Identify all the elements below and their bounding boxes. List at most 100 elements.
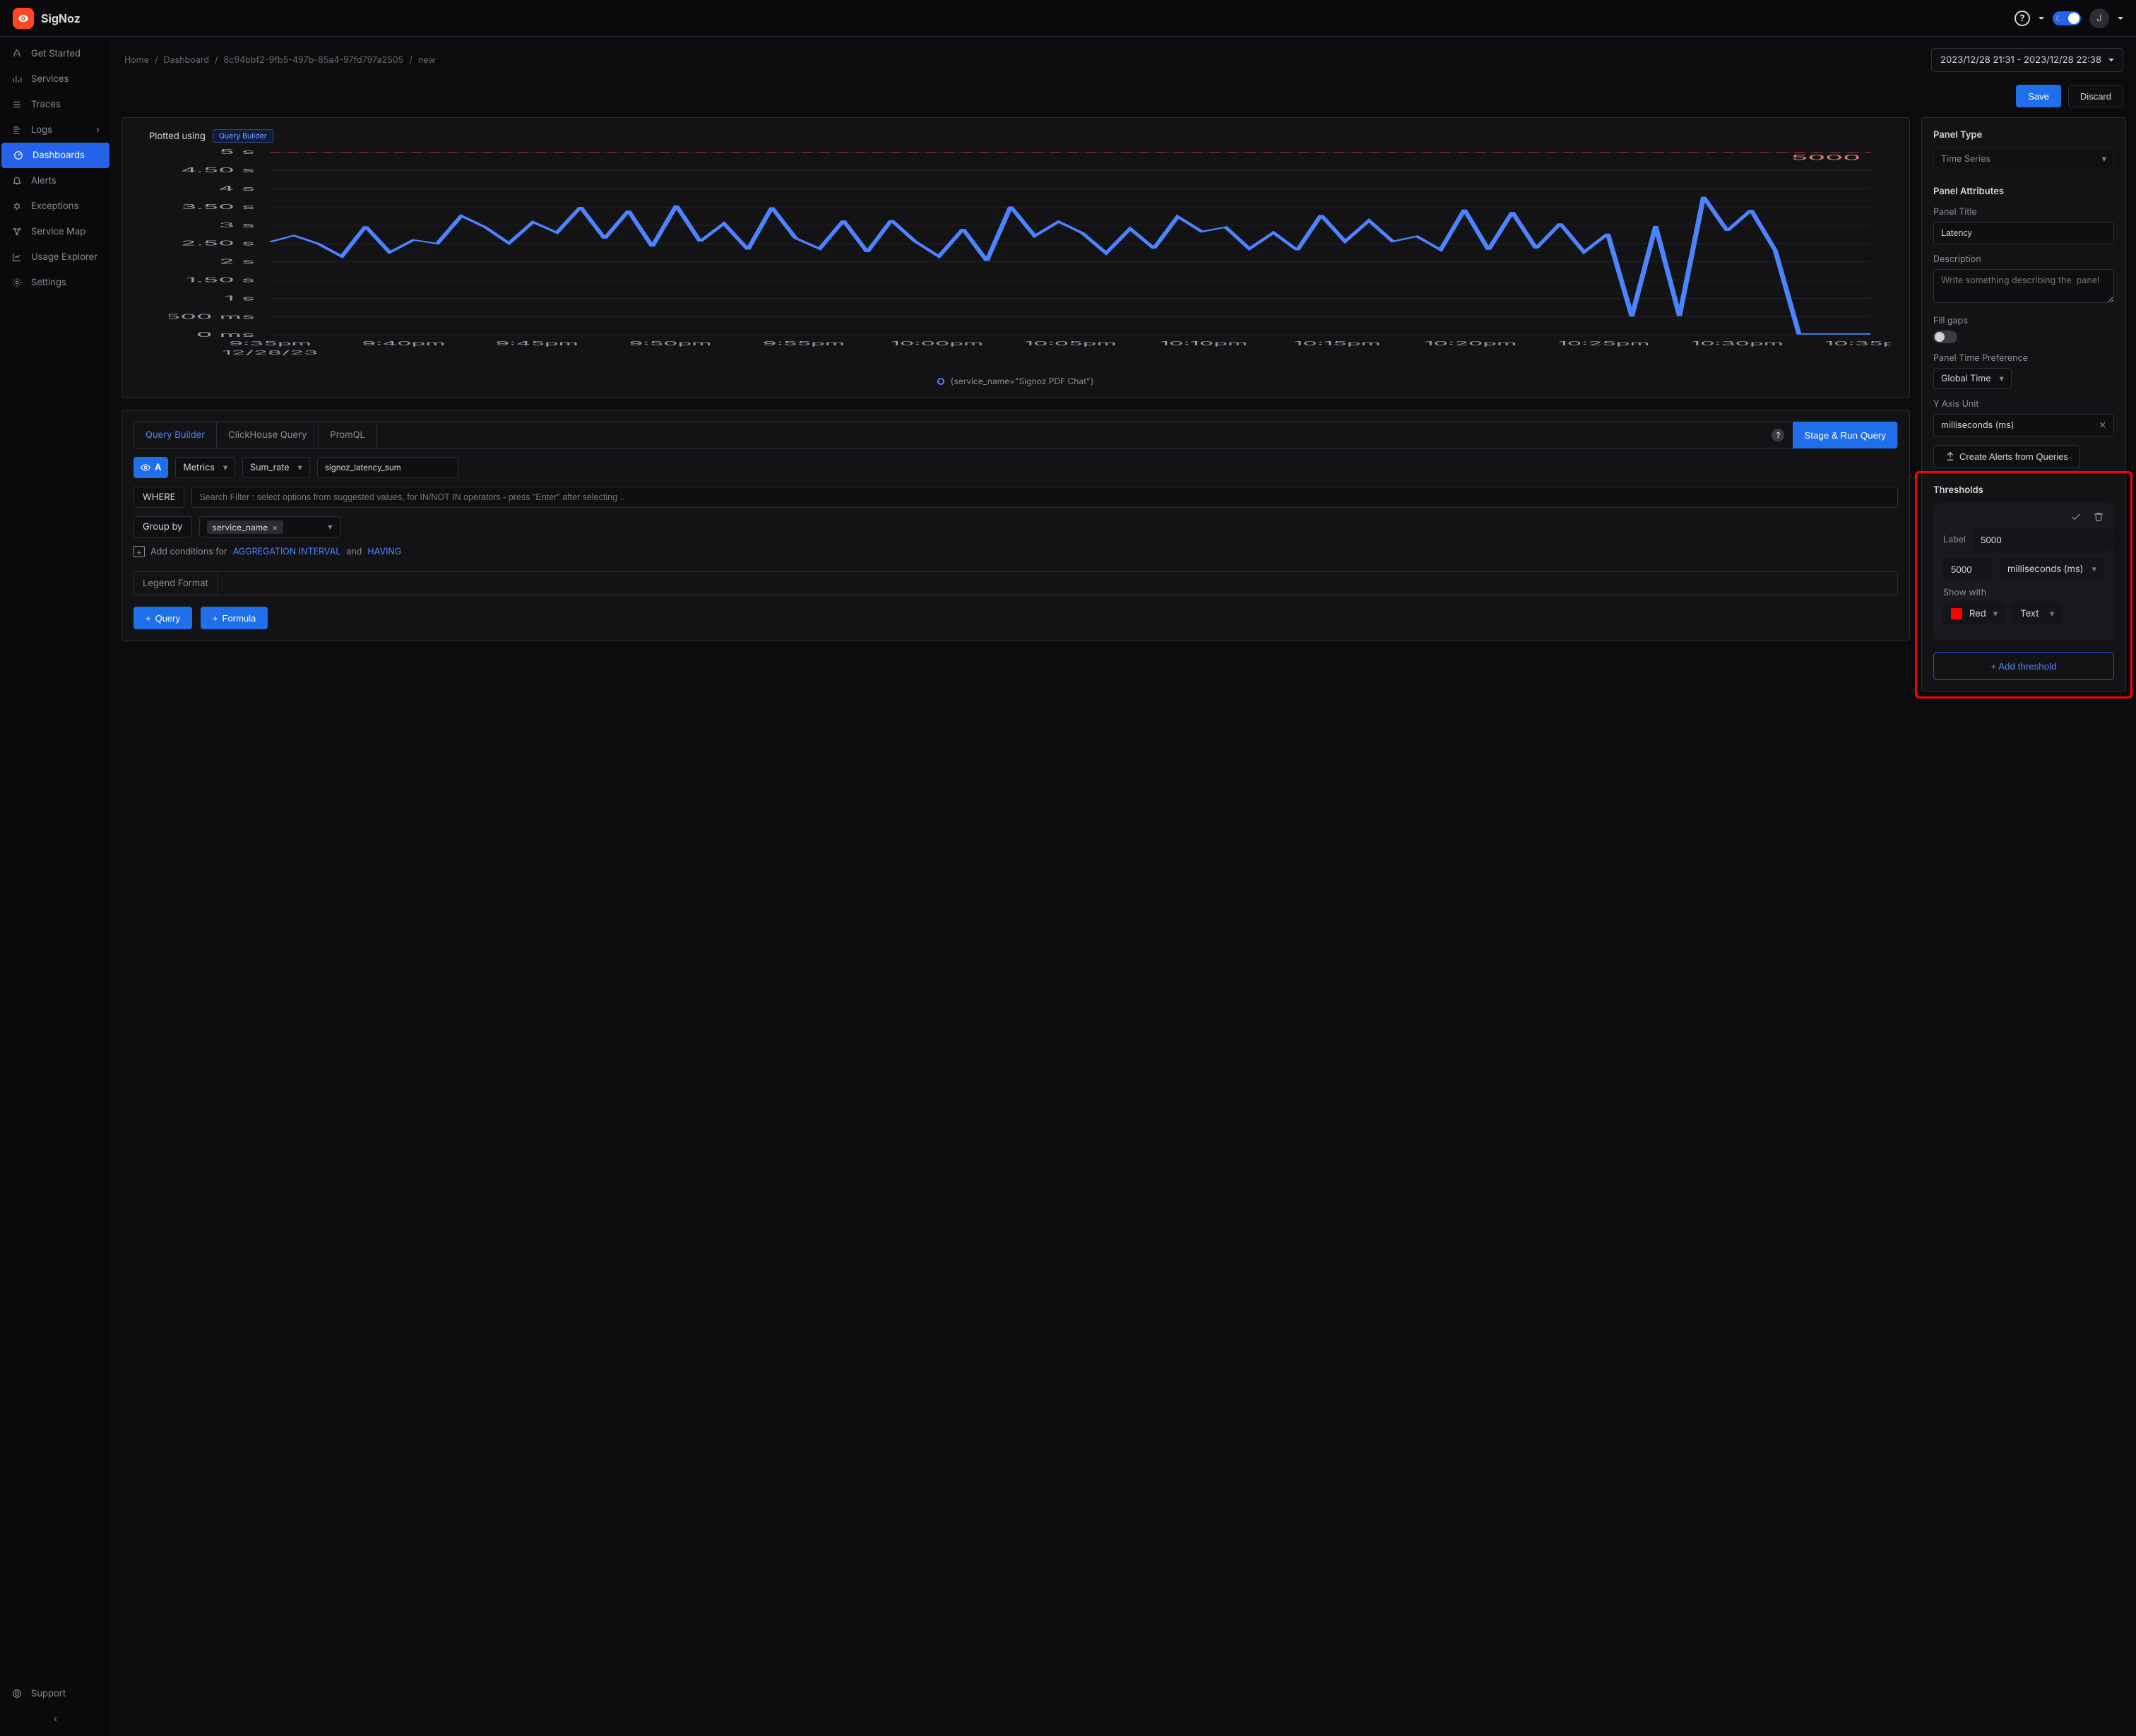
- tab-query-builder[interactable]: Query Builder: [134, 422, 217, 448]
- logs-icon: [11, 124, 23, 136]
- svg-text:2 s: 2 s: [219, 258, 255, 266]
- bars-icon: [11, 73, 23, 85]
- help-caret-icon[interactable]: [2039, 17, 2044, 20]
- sidebar-item-settings[interactable]: Settings: [0, 270, 111, 295]
- filter-input[interactable]: [191, 487, 1898, 508]
- threshold-label-input[interactable]: [1973, 528, 2113, 551]
- svg-text:4 s: 4 s: [218, 185, 255, 193]
- gear-icon: [11, 277, 23, 288]
- add-query-button[interactable]: + Query: [134, 607, 192, 629]
- groupby-label: Group by: [134, 516, 192, 537]
- sidebar-item-label: Exceptions: [31, 201, 78, 212]
- clear-yaxis-icon[interactable]: ✕: [2099, 420, 2106, 431]
- sidebar-item-services[interactable]: Services: [0, 66, 111, 92]
- breadcrumb-item[interactable]: new: [418, 55, 436, 66]
- svg-text:10:25pm: 10:25pm: [1558, 340, 1650, 347]
- svg-text:0 ms: 0 ms: [196, 331, 255, 339]
- panel-title-input[interactable]: [1933, 222, 2114, 244]
- add-condition-icon[interactable]: +: [134, 546, 145, 557]
- sidebar-item-service-map[interactable]: Service Map: [0, 219, 111, 244]
- breadcrumb-item[interactable]: 8c94bbf2-9fb5-497b-85a4-97fd797a2505: [224, 55, 404, 66]
- svg-text:9:50pm: 9:50pm: [629, 340, 711, 347]
- groupby-select[interactable]: service_name× ▾: [199, 516, 340, 537]
- sidebar-item-label: Dashboards: [32, 150, 85, 161]
- query-visibility-toggle[interactable]: A: [134, 457, 168, 478]
- save-button[interactable]: Save: [2016, 85, 2061, 107]
- color-swatch-icon: [1951, 608, 1962, 619]
- theme-toggle[interactable]: ☾: [2053, 11, 2081, 25]
- svg-text:2.50 s: 2.50 s: [181, 239, 255, 247]
- plotted-using-badge: Query Builder: [213, 129, 273, 143]
- sidebar-item-alerts[interactable]: Alerts: [0, 168, 111, 194]
- svg-text:5000: 5000: [1791, 153, 1861, 162]
- breadcrumb-item[interactable]: Home: [124, 55, 149, 66]
- panel-type-select[interactable]: Time Series▾: [1933, 148, 2114, 170]
- collapse-sidebar-icon[interactable]: ‹: [54, 1713, 57, 1725]
- stage-run-button[interactable]: Stage & Run Query: [1793, 422, 1897, 448]
- sidebar-item-support[interactable]: Support: [0, 1681, 111, 1706]
- remove-tag-icon[interactable]: ×: [272, 522, 278, 533]
- help-icon[interactable]: ?: [2015, 11, 2030, 26]
- sidebar-item-logs[interactable]: Logs›: [0, 117, 111, 143]
- svg-text:9:45pm: 9:45pm: [495, 340, 578, 347]
- create-alerts-button[interactable]: Create Alerts from Queries: [1933, 445, 2080, 468]
- threshold-value-input[interactable]: [1943, 558, 1993, 581]
- svg-text:3.50 s: 3.50 s: [181, 203, 255, 211]
- link-having[interactable]: HAVING: [367, 547, 401, 557]
- show-with-label: Show with: [1943, 588, 2104, 598]
- sidebar-item-dashboards[interactable]: Dashboards: [1, 143, 109, 168]
- avatar-caret-icon[interactable]: [2118, 17, 2123, 20]
- legend-format-input[interactable]: [218, 572, 1897, 595]
- tab-promql[interactable]: PromQL: [319, 422, 376, 448]
- rocket-icon: [11, 48, 23, 59]
- sidebar-item-label: Alerts: [31, 175, 57, 186]
- sidebar-item-exceptions[interactable]: Exceptions: [0, 194, 111, 219]
- aggregation-select[interactable]: Sum_rate▾: [242, 457, 310, 478]
- threshold-unit-select[interactable]: milliseconds (ms)▾: [2000, 558, 2104, 581]
- add-formula-button[interactable]: + Formula: [201, 607, 268, 629]
- link-aggregation-interval[interactable]: AGGREGATION INTERVAL: [233, 547, 341, 557]
- sidebar-item-usage-explorer[interactable]: Usage Explorer: [0, 244, 111, 270]
- svg-text:10:00pm: 10:00pm: [891, 340, 983, 347]
- section-thresholds: Thresholds: [1933, 484, 2114, 496]
- time-range-picker[interactable]: 2023/12/28 21:31 - 2023/12/28 22:38: [1931, 48, 2123, 72]
- delete-threshold-icon[interactable]: [2093, 511, 2104, 523]
- svg-text:3 s: 3 s: [219, 221, 255, 229]
- query-builder-card: Query Builder ClickHouse Query PromQL ? …: [121, 410, 1910, 641]
- sidebar-item-label: Get Started: [31, 48, 81, 59]
- brand[interactable]: SigNoz: [13, 8, 81, 29]
- threshold-format-select[interactable]: Text▾: [2012, 602, 2062, 625]
- chart-area[interactable]: 0 ms500 ms1 s1.50 s2 s2.50 s3 s3.50 s4 s…: [169, 148, 1891, 367]
- legend-format-label: Legend Format: [134, 572, 218, 595]
- moon-icon: ☾: [2055, 13, 2063, 23]
- sidebar-item-get-started[interactable]: Get Started: [0, 41, 111, 66]
- chart-card: Plotted using Query Builder 0 ms500 ms1 …: [121, 117, 1910, 398]
- metric-input[interactable]: signoz_latency_sum: [317, 457, 458, 478]
- threshold-card: Label milliseconds (ms)▾ Show with Red▾ …: [1933, 503, 2114, 641]
- breadcrumb-item[interactable]: Dashboard: [164, 55, 209, 66]
- bell-icon: [11, 175, 23, 186]
- svg-text:9:55pm: 9:55pm: [762, 340, 845, 347]
- yaxis-unit-select[interactable]: milliseconds (ms)✕: [1933, 414, 2114, 436]
- threshold-color-select[interactable]: Red▾: [1943, 602, 2005, 625]
- sidebar-item-label: Settings: [31, 277, 66, 288]
- tab-clickhouse[interactable]: ClickHouse Query: [217, 422, 319, 448]
- description-input[interactable]: [1933, 269, 2114, 303]
- avatar[interactable]: J: [2089, 8, 2109, 28]
- plotted-using-label: Plotted using: [149, 131, 206, 142]
- confirm-threshold-icon[interactable]: [2070, 511, 2082, 523]
- threshold-label-label: Label: [1943, 535, 1966, 545]
- support-icon: [11, 1688, 23, 1699]
- discard-button[interactable]: Discard: [2068, 85, 2123, 107]
- add-threshold-button[interactable]: + Add threshold: [1933, 652, 2114, 680]
- svg-text:1.50 s: 1.50 s: [186, 276, 255, 284]
- time-range-value: 2023/12/28 21:31 - 2023/12/28 22:38: [1940, 54, 2101, 66]
- time-preference-select[interactable]: Global Time▾: [1933, 368, 2012, 389]
- qb-help-icon[interactable]: ?: [1772, 429, 1784, 441]
- fill-gaps-toggle[interactable]: [1933, 331, 1957, 343]
- sidebar-item-traces[interactable]: Traces: [0, 92, 111, 117]
- source-select[interactable]: Metrics▾: [175, 457, 235, 478]
- svg-text:10:30pm: 10:30pm: [1691, 340, 1784, 347]
- gauge-icon: [13, 150, 24, 161]
- cond-text: and: [346, 547, 362, 557]
